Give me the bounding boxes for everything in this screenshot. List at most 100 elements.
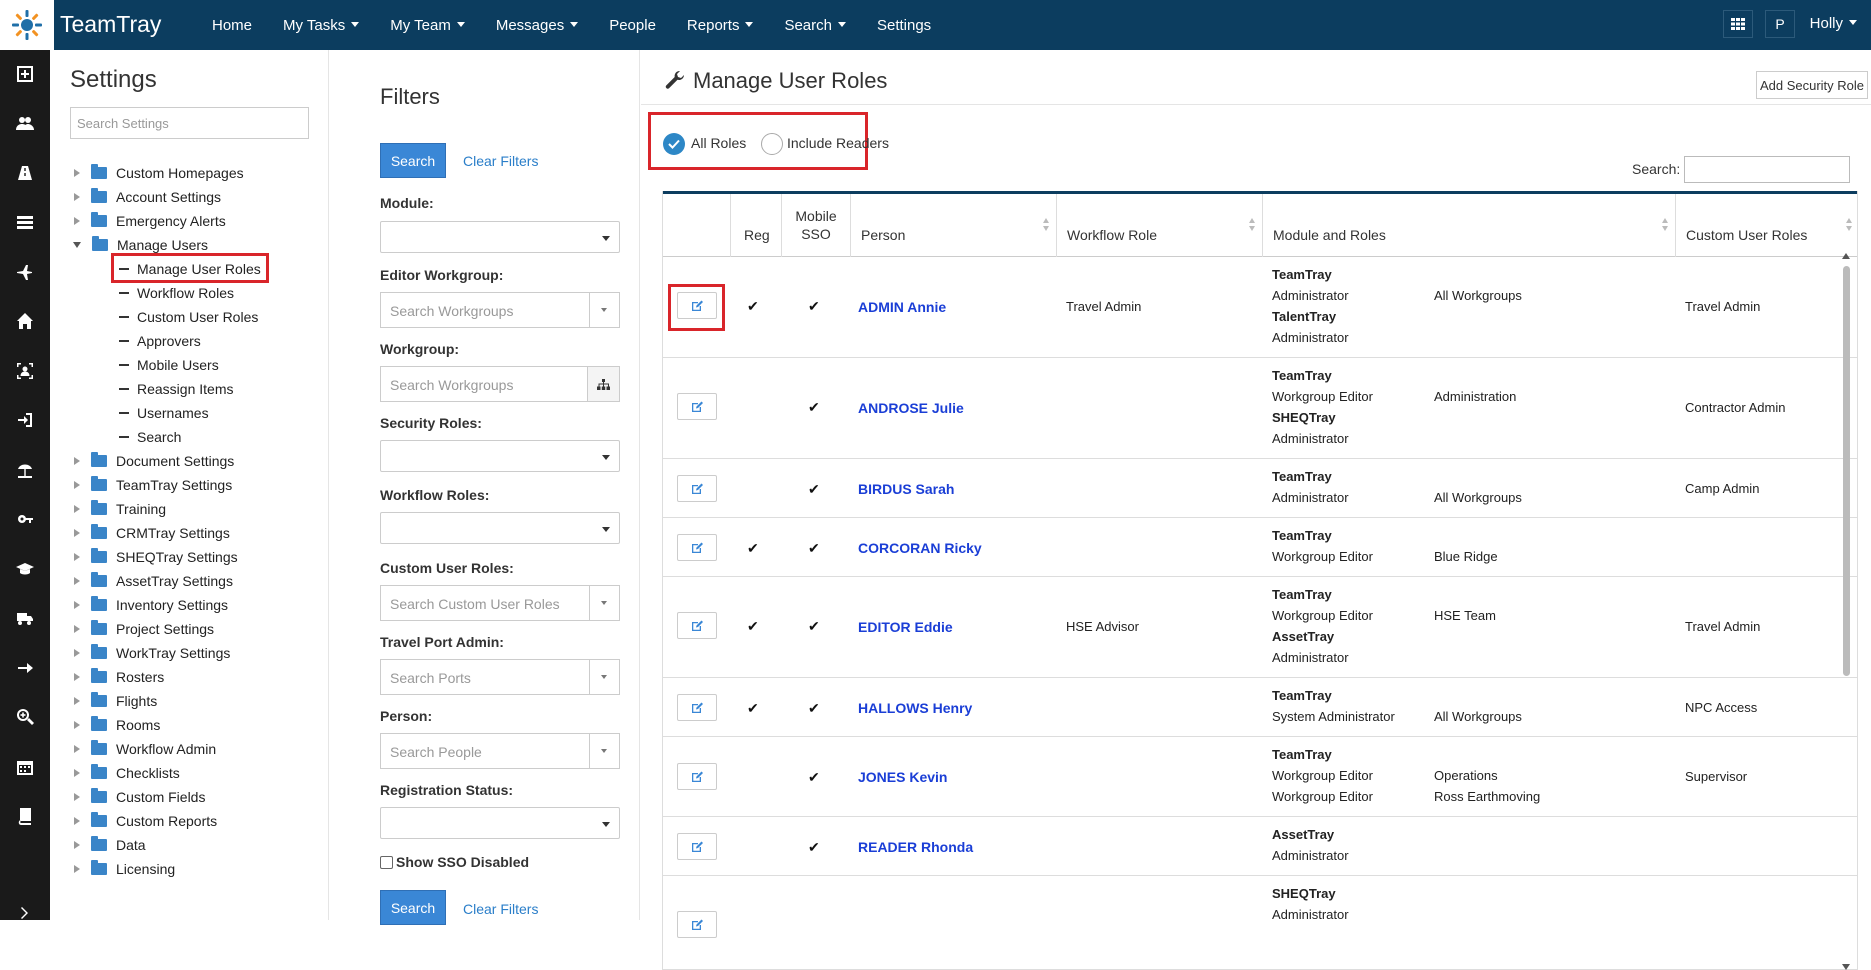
tree-item-reassign-items[interactable]: Reassign Items bbox=[119, 378, 233, 400]
person-link[interactable]: BIRDUS Sarah bbox=[858, 481, 954, 497]
expand-icon[interactable] bbox=[74, 817, 80, 825]
person-search[interactable]: Search People bbox=[380, 733, 620, 769]
col-reg[interactable]: Reg bbox=[730, 194, 781, 257]
nav-home[interactable]: Home bbox=[212, 17, 252, 34]
tree-item-mobile-users[interactable]: Mobile Users bbox=[119, 354, 219, 376]
edit-button[interactable] bbox=[677, 612, 717, 639]
expand-icon[interactable] bbox=[74, 193, 80, 201]
tree-item-project-settings[interactable]: Project Settings bbox=[70, 618, 214, 640]
expand-icon[interactable] bbox=[74, 577, 80, 585]
expand-icon[interactable] bbox=[74, 529, 80, 537]
nav-reports[interactable]: Reports bbox=[687, 17, 754, 34]
security-roles-select[interactable] bbox=[380, 440, 620, 472]
tree-item-search[interactable]: Search bbox=[119, 426, 181, 448]
clear-filters-link[interactable]: Clear Filters bbox=[463, 153, 538, 169]
tree-item-sheqtray-settings[interactable]: SHEQTray Settings bbox=[70, 546, 238, 568]
sort-icon[interactable] bbox=[1249, 218, 1256, 232]
person-link[interactable]: HALLOWS Henry bbox=[858, 700, 972, 716]
scroll-up-icon[interactable] bbox=[1842, 253, 1850, 259]
book-icon[interactable] bbox=[0, 801, 50, 831]
tree-item-emergency-alerts[interactable]: Emergency Alerts bbox=[70, 210, 226, 232]
expand-icon[interactable] bbox=[74, 769, 80, 777]
col-module-roles[interactable]: Module and Roles bbox=[1262, 194, 1675, 257]
show-sso-disabled-checkbox[interactable]: Show SSO Disabled bbox=[380, 854, 529, 870]
nav-people[interactable]: People bbox=[609, 17, 656, 34]
beach-umbrella-icon[interactable] bbox=[0, 455, 50, 485]
tree-item-document-settings[interactable]: Document Settings bbox=[70, 450, 234, 472]
include-readers-radio[interactable] bbox=[761, 133, 783, 155]
person-link[interactable]: READER Rhonda bbox=[858, 839, 973, 855]
expand-icon[interactable] bbox=[74, 649, 80, 657]
person-link[interactable]: ADMIN Annie bbox=[858, 299, 946, 315]
table-scrollbar[interactable] bbox=[1840, 253, 1852, 970]
tree-item-licensing[interactable]: Licensing bbox=[70, 858, 175, 880]
expand-icon[interactable] bbox=[74, 217, 80, 225]
home-icon[interactable] bbox=[0, 306, 50, 336]
p-badge-button[interactable]: P bbox=[1765, 10, 1795, 38]
workgroup-tree-button[interactable] bbox=[587, 367, 619, 401]
add-icon[interactable] bbox=[0, 59, 50, 89]
tree-item-checklists[interactable]: Checklists bbox=[70, 762, 180, 784]
tree-item-training[interactable]: Training bbox=[70, 498, 166, 520]
workflow-roles-select[interactable] bbox=[380, 512, 620, 544]
expand-icon[interactable] bbox=[74, 865, 80, 873]
edit-button[interactable] bbox=[677, 694, 717, 721]
dropdown-arrow-icon[interactable] bbox=[589, 586, 619, 620]
dropdown-arrow-icon[interactable] bbox=[589, 660, 619, 694]
tree-item-inventory-settings[interactable]: Inventory Settings bbox=[70, 594, 228, 616]
checkbox-box[interactable] bbox=[380, 855, 393, 869]
edit-button[interactable] bbox=[677, 833, 717, 860]
expand-icon[interactable] bbox=[74, 721, 80, 729]
tree-item-assettray-settings[interactable]: AssetTray Settings bbox=[70, 570, 233, 592]
sort-icon[interactable] bbox=[1662, 218, 1669, 232]
col-workflow-role[interactable]: Workflow Role bbox=[1056, 194, 1262, 257]
expand-icon[interactable] bbox=[74, 697, 80, 705]
tree-item-crmtray-settings[interactable]: CRMTray Settings bbox=[70, 522, 230, 544]
edit-button[interactable] bbox=[677, 393, 717, 420]
truck-icon[interactable] bbox=[0, 603, 50, 633]
expand-icon[interactable] bbox=[74, 481, 80, 489]
scroll-thumb[interactable] bbox=[1843, 266, 1850, 676]
registration-status-select[interactable] bbox=[380, 807, 620, 839]
all-roles-label[interactable]: All Roles bbox=[691, 135, 746, 151]
expand-sidebar-icon[interactable] bbox=[0, 898, 50, 928]
tree-item-custom-reports[interactable]: Custom Reports bbox=[70, 810, 217, 832]
expand-icon[interactable] bbox=[74, 505, 80, 513]
tree-item-rosters[interactable]: Rosters bbox=[70, 666, 164, 688]
calendar-icon[interactable] bbox=[0, 752, 50, 782]
user-menu[interactable]: Holly bbox=[1810, 0, 1857, 48]
tree-item-custom-user-roles[interactable]: Custom User Roles bbox=[119, 306, 258, 328]
scroll-down-icon[interactable] bbox=[1842, 964, 1850, 970]
expand-icon[interactable] bbox=[74, 625, 80, 633]
list-icon[interactable] bbox=[0, 207, 50, 237]
tree-item-worktray-settings[interactable]: WorkTray Settings bbox=[70, 642, 230, 664]
brand-name[interactable]: TeamTray bbox=[60, 0, 161, 48]
sort-icon[interactable] bbox=[1043, 218, 1050, 232]
tree-item-teamtray-settings[interactable]: TeamTray Settings bbox=[70, 474, 232, 496]
teamtray-logo[interactable] bbox=[0, 0, 54, 50]
add-security-role-button[interactable]: Add Security Role bbox=[1756, 71, 1868, 99]
tree-item-custom-fields[interactable]: Custom Fields bbox=[70, 786, 205, 808]
tree-item-custom-homepages[interactable]: Custom Homepages bbox=[70, 162, 244, 184]
person-link[interactable]: EDITOR Eddie bbox=[858, 619, 953, 635]
expand-icon[interactable] bbox=[74, 457, 80, 465]
clear-filters-link-bottom[interactable]: Clear Filters bbox=[463, 901, 538, 917]
expand-icon[interactable] bbox=[74, 673, 80, 681]
expand-icon[interactable] bbox=[74, 841, 80, 849]
dropdown-arrow-icon[interactable] bbox=[589, 734, 619, 768]
edit-button[interactable] bbox=[677, 534, 717, 561]
group-scan-icon[interactable] bbox=[0, 356, 50, 386]
all-roles-radio[interactable] bbox=[663, 133, 685, 155]
nav-my-team[interactable]: My Team bbox=[390, 17, 465, 34]
filter-search-button[interactable]: Search bbox=[380, 143, 446, 178]
zoom-in-icon[interactable] bbox=[0, 702, 50, 732]
key-icon[interactable] bbox=[0, 504, 50, 534]
arrow-right-icon[interactable] bbox=[0, 653, 50, 683]
edit-button[interactable] bbox=[677, 475, 717, 502]
expand-icon[interactable] bbox=[74, 553, 80, 561]
graduation-cap-icon[interactable] bbox=[0, 554, 50, 584]
col-person[interactable]: Person bbox=[850, 194, 1056, 257]
expand-icon[interactable] bbox=[74, 601, 80, 609]
search-settings-input[interactable] bbox=[70, 107, 309, 139]
expand-icon[interactable] bbox=[74, 169, 80, 177]
